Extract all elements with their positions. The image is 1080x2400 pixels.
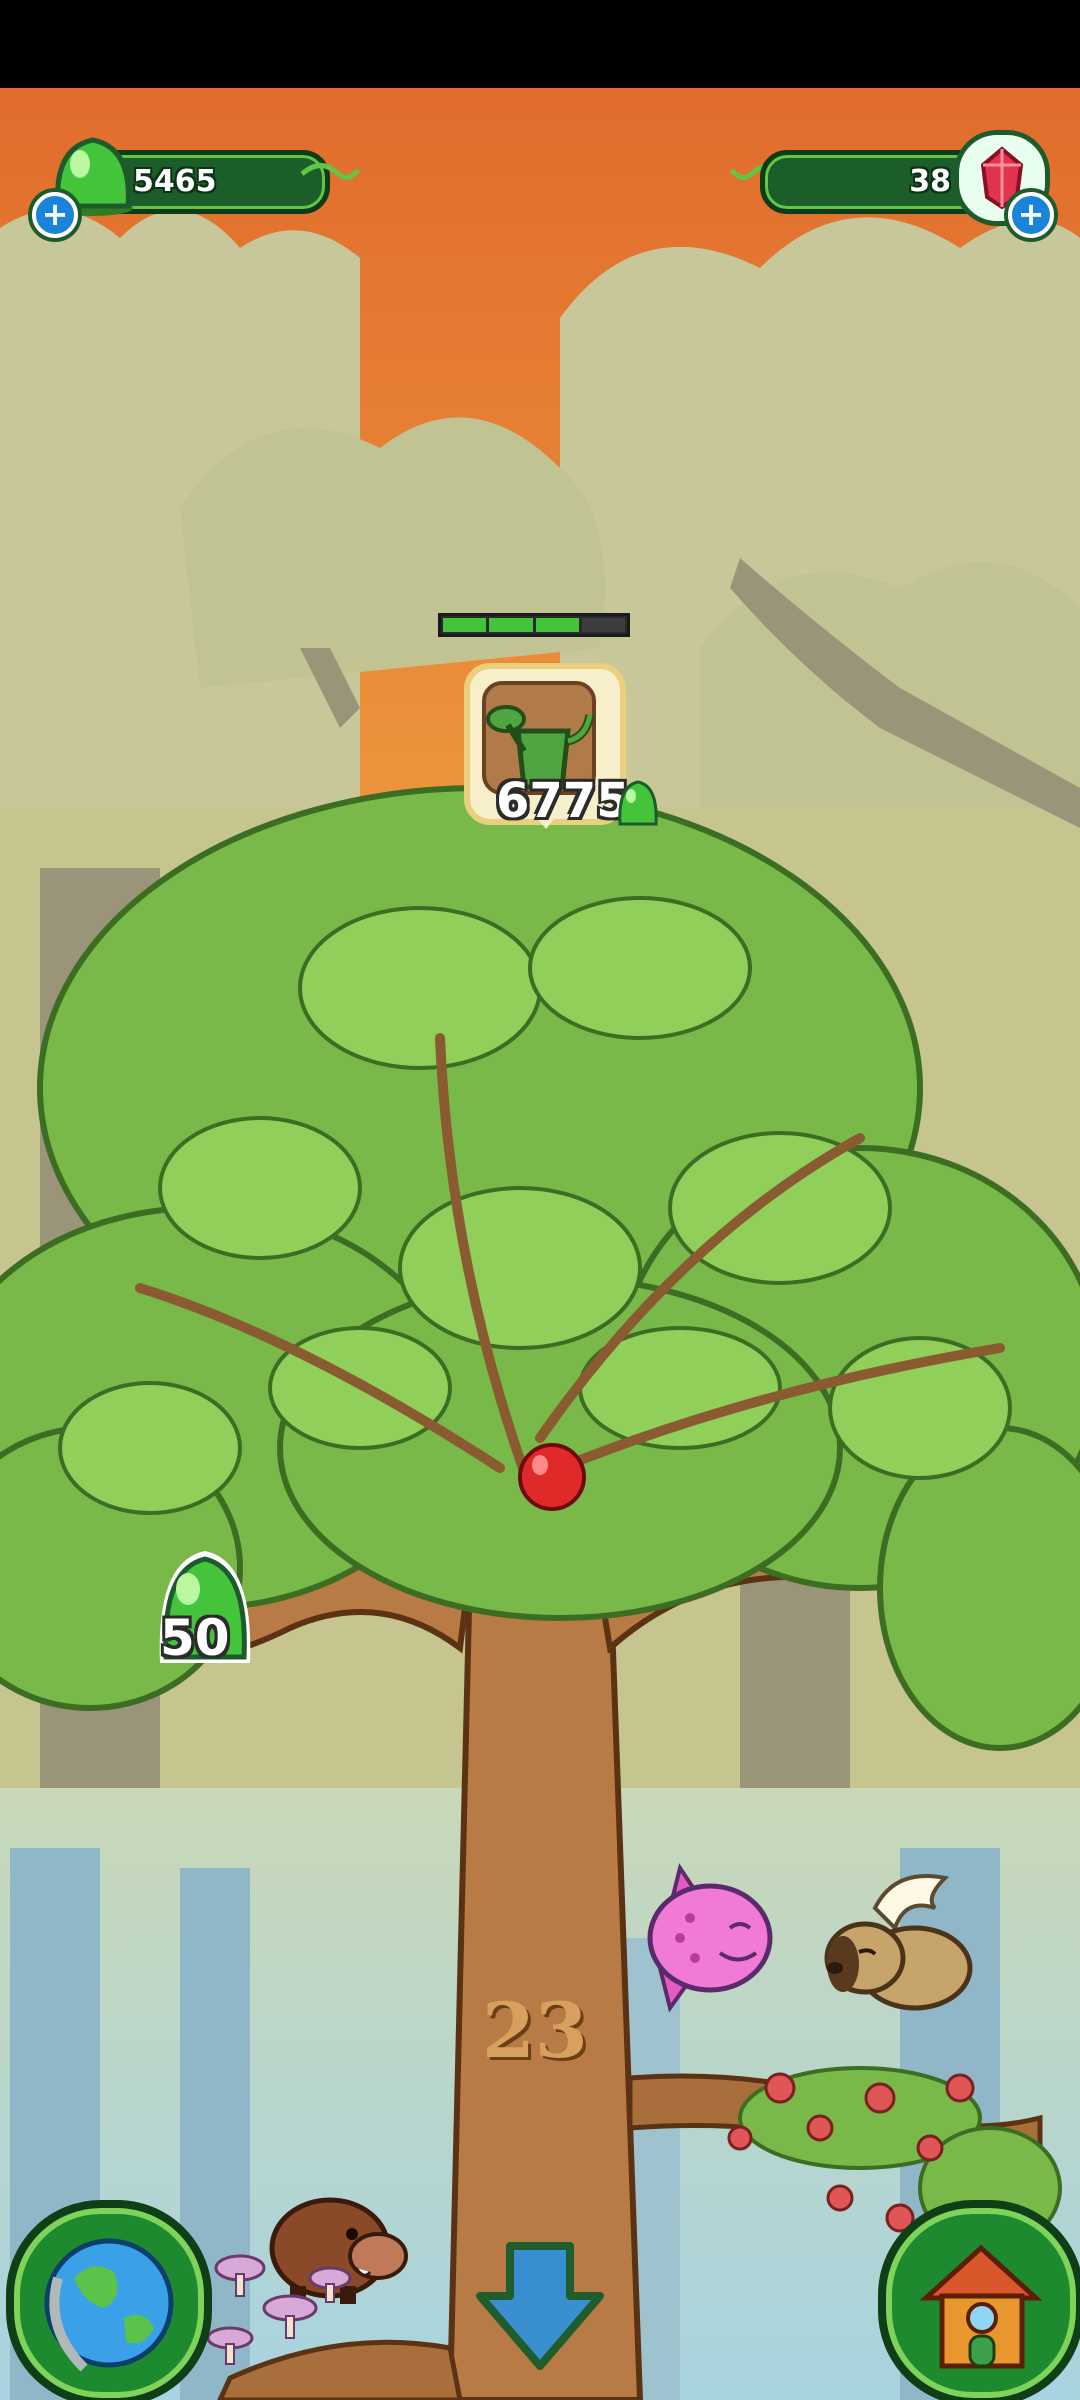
progress-segment [581, 618, 625, 632]
apple-icon[interactable] [512, 1433, 592, 1513]
watering-task[interactable]: 6775 [430, 613, 670, 933]
house-icon [919, 2244, 1043, 2369]
progress-segment [489, 618, 533, 632]
status-bar [0, 0, 1080, 88]
green-jelly-icon [618, 780, 658, 826]
house-button[interactable] [878, 2200, 1080, 2400]
task-progress-bar [438, 613, 630, 637]
add-crystals-button[interactable]: + [1008, 192, 1054, 238]
game-scene[interactable]: 5465 + 38 + 6775 50 23 [0, 88, 1080, 2400]
progress-segment [443, 618, 487, 632]
arrow-down-icon [476, 2242, 604, 2370]
task-cost: 6775 [496, 773, 630, 829]
vine-ornament-icon [300, 163, 360, 180]
gem-count: 5465 [133, 164, 217, 199]
pink-fish-creature[interactable] [640, 1858, 780, 2028]
scroll-down-button[interactable] [470, 2236, 610, 2376]
progress-segment [535, 618, 579, 632]
gem-currency-counter[interactable]: 5465 + [30, 128, 360, 238]
globe-icon [44, 2238, 174, 2372]
crystal-count: 38 [909, 164, 951, 199]
jelly-pickup[interactable]: 50 [150, 1543, 260, 1683]
winged-dog-creature[interactable] [815, 1868, 985, 2018]
pickup-amount: 50 [160, 1609, 230, 1667]
crystal-currency-counter[interactable]: 38 + [730, 128, 1060, 238]
mushroom-cluster [206, 2254, 352, 2365]
tree-level-label: 23 [482, 1986, 588, 2075]
world-map-button[interactable] [6, 2200, 212, 2400]
add-gems-button[interactable]: + [32, 192, 78, 238]
